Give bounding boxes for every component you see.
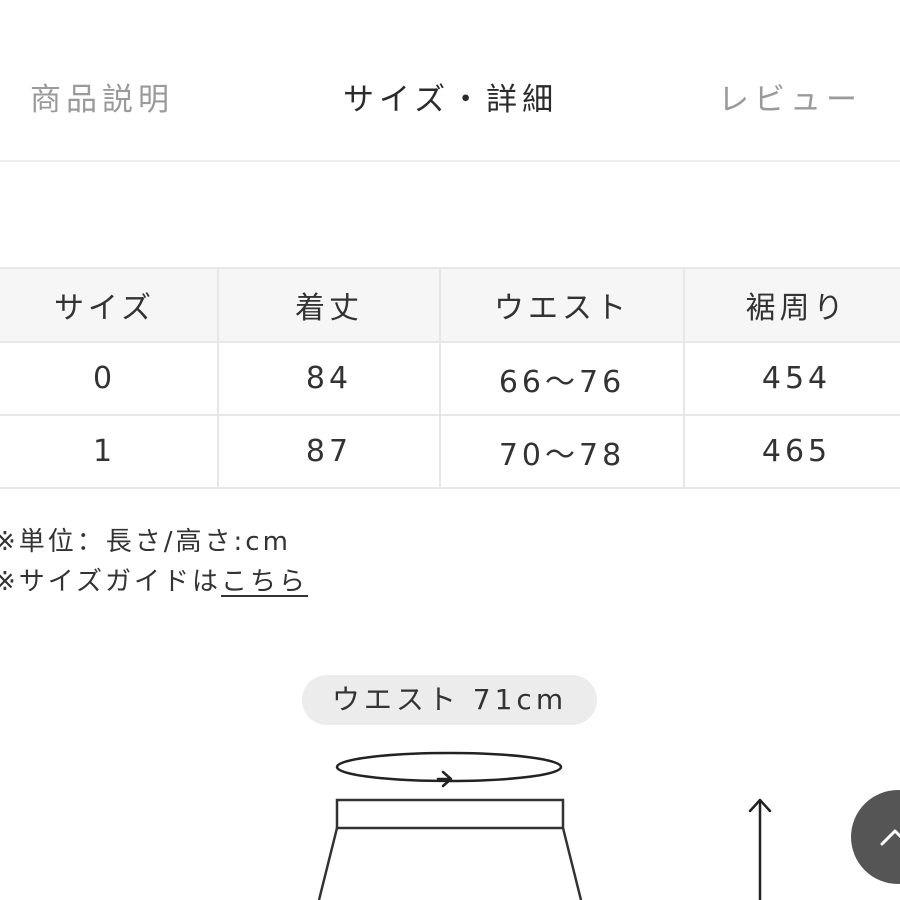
table-cell: 70〜78	[439, 414, 685, 489]
size-guide-text: ※サイズガイドは	[0, 567, 222, 597]
chevron-up-icon	[880, 829, 900, 846]
table-cell: 66〜76	[439, 341, 685, 416]
size-notes: ※単位：長さ/高さ:cm ※サイズガイドはこちら	[0, 522, 308, 602]
arrow-up-icon	[748, 798, 772, 900]
tab-reviews[interactable]: レビュー	[718, 78, 862, 122]
table-header-row: サイズ 着丈 ウエスト 裾周り	[0, 267, 900, 343]
circular-arrow-icon	[335, 751, 563, 788]
scroll-to-top-button[interactable]	[851, 790, 900, 884]
table-row: 1 87 70〜78 465	[0, 414, 900, 489]
tab-size-details[interactable]: サイズ・詳細	[343, 78, 558, 122]
table-row: 0 84 66〜76 454	[0, 341, 900, 416]
table-cell: 0	[0, 341, 219, 416]
skirt-diagram	[317, 751, 772, 900]
unit-note: ※単位：長さ/高さ:cm	[0, 527, 291, 557]
waist-measurement-label: ウエスト 71cm	[302, 675, 597, 725]
skirt-outline	[317, 798, 583, 900]
table-cell: 454	[683, 341, 900, 416]
header-size: サイズ	[0, 267, 219, 343]
table-cell: 1	[0, 414, 219, 489]
header-length: 着丈	[217, 267, 441, 343]
header-waist: ウエスト	[439, 267, 685, 343]
size-table: サイズ 着丈 ウエスト 裾周り 0 84 66〜76 454 1 87 70〜7…	[0, 267, 900, 489]
table-cell: 465	[683, 414, 900, 489]
header-hem: 裾周り	[683, 267, 900, 343]
size-guide-note: ※サイズガイドはこちら	[0, 562, 308, 602]
tab-product-description[interactable]: 商品説明	[30, 78, 174, 122]
table-cell: 84	[217, 341, 441, 416]
size-guide-link[interactable]: こちら	[221, 567, 308, 597]
tab-bar: 商品説明 サイズ・詳細 レビュー	[0, 0, 900, 162]
table-cell: 87	[217, 414, 441, 489]
